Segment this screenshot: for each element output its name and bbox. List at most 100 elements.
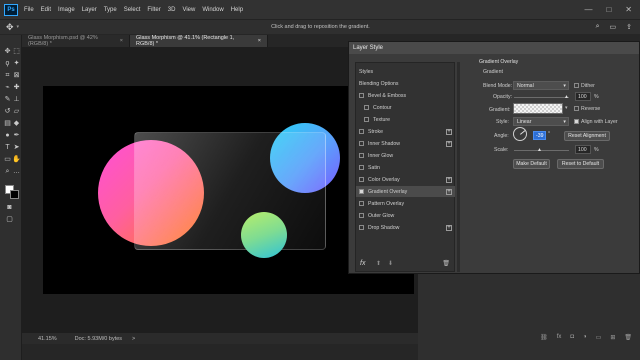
style-stroke[interactable]: Stroke + [356,126,455,137]
eyedropper-icon[interactable]: ⌁ [3,83,12,92]
style-select[interactable]: Linear ▾ [513,117,569,126]
dodge-icon[interactable]: ● [3,131,12,140]
style-inner-shadow[interactable]: Inner Shadow + [356,138,455,149]
checkbox[interactable] [359,225,364,230]
style-contour[interactable]: Contour [356,102,455,113]
frame-icon[interactable]: ⊠ [12,71,21,80]
fx-menu-icon[interactable]: fx [360,260,365,267]
move-icon[interactable]: ✥ [3,47,12,56]
path-select-icon[interactable]: ➤ [12,143,21,152]
tab-close-icon[interactable]: × [120,38,123,44]
menu-file[interactable]: File [24,7,34,13]
gradient-picker[interactable] [513,103,563,114]
green-teal-circle[interactable] [241,212,287,258]
crop-icon[interactable]: ⌗ [3,71,12,80]
type-icon[interactable]: T [3,143,12,152]
checkbox-checked[interactable] [359,189,364,194]
dialog-title-bar[interactable]: Layer Style [349,42,639,54]
move-up-icon[interactable]: ⬆ [376,260,381,267]
opacity-slider[interactable]: ▲ [514,94,569,100]
magic-wand-icon[interactable]: ✦ [12,59,21,68]
status-arrow-icon[interactable]: > [132,336,135,342]
style-drop-shadow[interactable]: Drop Shadow + [356,222,455,233]
blur-icon[interactable]: ◆ [12,119,21,128]
group-icon[interactable]: ▭ [596,334,602,341]
checkbox[interactable] [359,153,364,158]
glass-rectangle[interactable] [134,132,326,250]
share-icon[interactable]: ⇪ [626,23,632,31]
close-window-button[interactable]: ✕ [625,5,632,14]
menu-3d[interactable]: 3D [168,7,176,13]
gradient-dropdown-icon[interactable]: ▾ [565,105,568,111]
delete-effect-icon[interactable]: 🗑 [442,260,450,267]
reverse-checkbox[interactable] [574,106,579,111]
menu-edit[interactable]: Edit [41,7,51,13]
scale-slider[interactable]: ▲ [514,147,569,153]
background-color-swatch[interactable] [10,190,19,199]
more-tools-icon[interactable]: … [12,167,21,176]
checkbox[interactable] [359,129,364,134]
stamp-icon[interactable]: ⊥ [12,95,21,104]
screen-mode-icon[interactable]: ▢ [5,215,14,224]
style-bevel-emboss[interactable]: Bevel & Emboss [356,90,455,101]
eraser-icon[interactable]: ▱ [12,107,21,116]
checkbox[interactable] [359,165,364,170]
menu-select[interactable]: Select [124,7,141,13]
add-gradient-overlay-icon[interactable]: + [446,188,452,195]
opacity-input[interactable]: 100 [575,92,591,101]
gradient-icon[interactable]: ▤ [3,119,12,128]
tab-glass-morphism-active[interactable]: Glass Morphism @ 41.1% (Rectangle 1, RGB… [130,35,268,47]
add-drop-shadow-icon[interactable]: + [446,224,452,231]
zoom-icon[interactable]: ⌕ [3,167,12,176]
tab-glass-morphism-psd[interactable]: Glass Morphism.psd @ 42% (RGB/8) * × [22,35,130,47]
add-color-overlay-icon[interactable]: + [446,176,452,183]
style-pattern-overlay[interactable]: Pattern Overlay [356,198,455,209]
menu-layer[interactable]: Layer [82,7,97,13]
menu-view[interactable]: View [182,7,195,13]
zoom-level[interactable]: 41.15% [38,336,57,342]
add-stroke-icon[interactable]: + [446,128,452,135]
style-gradient-overlay[interactable]: Gradient Overlay + [356,186,455,197]
angle-dial[interactable] [513,127,527,141]
brush-icon[interactable]: ✎ [3,95,12,104]
delete-layer-icon[interactable]: 🗑 [624,334,632,341]
reset-to-default-button[interactable]: Reset to Default [557,159,604,169]
dither-checkbox[interactable] [574,83,579,88]
align-with-layer-checkbox[interactable] [574,119,579,124]
healing-icon[interactable]: ✚ [12,83,21,92]
move-tool-icon[interactable]: ✥ [6,22,14,33]
fx-icon[interactable]: fx [557,334,562,340]
move-down-icon[interactable]: ⬇ [388,260,393,267]
styles-scrollbar[interactable] [457,62,460,272]
blend-mode-select[interactable]: Normal ▾ [513,81,569,90]
workspace-icon[interactable]: ▭ [610,23,617,31]
opacity-slider-thumb[interactable]: ▲ [564,94,569,100]
add-inner-shadow-icon[interactable]: + [446,140,452,147]
minimize-button[interactable]: — [584,5,592,14]
checkbox[interactable] [364,117,369,122]
pen-icon[interactable]: ✒ [12,131,21,140]
dropdown-chevron-icon[interactable]: ▾ [17,24,20,30]
scale-slider-thumb[interactable]: ▲ [537,147,542,153]
shape-icon[interactable]: ▭ [3,155,12,164]
checkbox[interactable] [364,105,369,110]
maximize-button[interactable]: □ [606,5,611,14]
history-brush-icon[interactable]: ↺ [3,107,12,116]
style-color-overlay[interactable]: Color Overlay + [356,174,455,185]
style-blending-options[interactable]: Blending Options [356,78,455,89]
checkbox[interactable] [359,201,364,206]
menu-image[interactable]: Image [58,7,75,13]
checkbox[interactable] [359,213,364,218]
styles-header[interactable]: Styles [356,66,455,77]
tab-close-icon[interactable]: × [258,38,261,44]
checkbox[interactable] [359,177,364,182]
hand-icon[interactable]: ✋ [12,155,21,164]
lasso-icon[interactable]: ϙ [3,59,12,68]
angle-input[interactable]: -39 [533,131,546,140]
menu-filter[interactable]: Filter [147,7,160,13]
menu-help[interactable]: Help [231,7,243,13]
search-icon[interactable]: ⌕ [596,23,600,31]
reset-alignment-button[interactable]: Reset Alignment [564,131,610,141]
style-outer-glow[interactable]: Outer Glow [356,210,455,221]
quick-mask-icon[interactable]: ◙ [5,203,14,212]
